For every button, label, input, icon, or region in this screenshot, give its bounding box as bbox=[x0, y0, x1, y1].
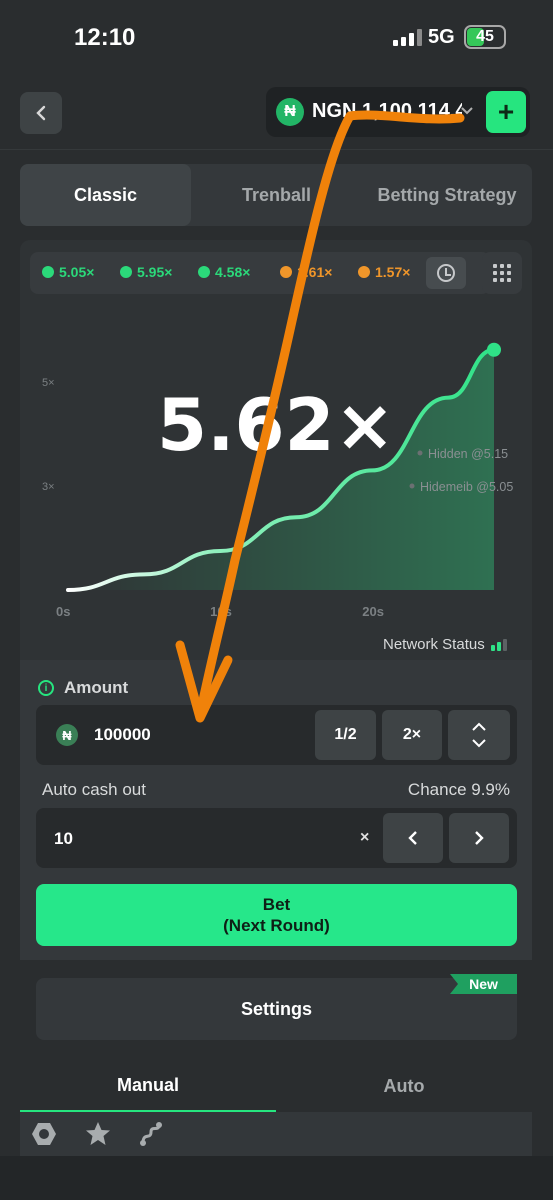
star-icon[interactable] bbox=[84, 1120, 112, 1148]
y-tick-label: 5× bbox=[42, 377, 55, 389]
history-item[interactable]: 4.58× bbox=[198, 264, 250, 280]
y-axis-ticks: 5× 3× bbox=[42, 377, 55, 493]
chevron-down-icon bbox=[460, 99, 474, 122]
bottom-footer bbox=[0, 1156, 553, 1200]
current-multiplier: 5.62× bbox=[157, 383, 395, 467]
currency-selector[interactable]: ₦ NGN 1,100,114.4 + bbox=[266, 87, 530, 137]
player-cashout-label: Hidden @5.15 bbox=[428, 447, 508, 461]
chevron-left-icon bbox=[408, 831, 417, 845]
chance-label: Chance 9.9% bbox=[407, 780, 510, 799]
deposit-button[interactable]: + bbox=[486, 91, 526, 133]
network-status: Network Status bbox=[383, 636, 507, 653]
history-value: 1.57× bbox=[375, 264, 411, 280]
history-item[interactable]: 1.57× bbox=[358, 264, 410, 280]
history-bar: 5.05× 5.95× 4.58× 1.61× 1.57× bbox=[30, 252, 490, 294]
half-button[interactable]: 1/2 bbox=[315, 710, 376, 760]
naira-icon: ₦ bbox=[56, 724, 78, 746]
history-item[interactable]: 5.95× bbox=[120, 264, 172, 280]
clock-icon bbox=[437, 264, 455, 282]
settings-button[interactable]: Settings bbox=[36, 978, 517, 1040]
status-dot bbox=[120, 266, 132, 278]
info-icon[interactable]: i bbox=[38, 680, 54, 696]
player-cashout-label: Hidemeib @5.05 bbox=[420, 480, 513, 494]
chevron-down-icon[interactable] bbox=[471, 738, 487, 748]
status-time: 12:10 bbox=[74, 24, 136, 51]
history-value: 1.61× bbox=[297, 264, 333, 280]
player-cashout: Hidden @5.15 bbox=[417, 447, 508, 461]
history-item[interactable]: 1.61× bbox=[280, 264, 332, 280]
network-bars-icon bbox=[490, 638, 507, 651]
network-type: 5G bbox=[428, 26, 455, 48]
cashout-decrease-button[interactable] bbox=[383, 813, 443, 863]
grid-menu-button[interactable] bbox=[482, 252, 522, 294]
chevron-right-icon bbox=[475, 831, 484, 845]
status-bar: 12:10 5G 45 bbox=[0, 0, 553, 70]
tab-betting-strategy[interactable]: Betting Strategy bbox=[362, 164, 532, 226]
battery-icon: 45 bbox=[464, 25, 506, 49]
amount-field[interactable]: ₦ 100000 1/2 2× bbox=[36, 705, 517, 765]
x-axis-ticks: 0s 10s 20s bbox=[56, 604, 384, 619]
auto-cashout-label: Auto cash out bbox=[42, 780, 146, 799]
bet-button[interactable]: Bet (Next Round) bbox=[36, 884, 517, 946]
cashout-suffix: × bbox=[360, 829, 370, 846]
hexagon-nut-icon[interactable] bbox=[30, 1120, 58, 1148]
chevron-up-icon[interactable] bbox=[471, 722, 487, 732]
tab-manual[interactable]: Manual bbox=[20, 1060, 276, 1112]
x-tick-label: 20s bbox=[362, 604, 384, 619]
back-button[interactable] bbox=[20, 92, 62, 134]
naira-icon: ₦ bbox=[276, 98, 304, 126]
amount-label: i Amount bbox=[38, 678, 128, 698]
bet-panel: i Amount ₦ 100000 1/2 2× Auto cash out C… bbox=[20, 660, 532, 960]
crash-chart-panel: 5.05× 5.95× 4.58× 1.61× 1.57× 5× 3× 0s 10s… bbox=[20, 240, 532, 660]
history-value: 5.95× bbox=[137, 264, 173, 280]
status-dot bbox=[42, 266, 54, 278]
cashout-value[interactable]: 10 bbox=[54, 829, 73, 849]
network-status-label: Network Status bbox=[383, 636, 485, 653]
tab-classic[interactable]: Classic bbox=[20, 164, 191, 226]
game-mode-tabs: Classic Trenball Betting Strategy bbox=[20, 164, 532, 226]
bet-button-sublabel: (Next Round) bbox=[223, 916, 330, 935]
bet-mode-tabs: Manual Auto bbox=[20, 1060, 532, 1112]
chevron-left-icon bbox=[36, 105, 46, 121]
status-dot bbox=[280, 266, 292, 278]
player-cashout: Hidemeib @5.05 bbox=[409, 480, 513, 494]
auto-cashout-field[interactable]: 10 × bbox=[36, 808, 517, 868]
x-tick-label: 0s bbox=[56, 604, 70, 619]
status-dot bbox=[198, 266, 210, 278]
top-bar: ₦ NGN 1,100,114.4 + bbox=[0, 70, 553, 150]
x-tick-label: 10s bbox=[210, 604, 232, 619]
history-clock-button[interactable] bbox=[426, 257, 466, 289]
new-badge: New bbox=[450, 974, 517, 994]
plus-icon: + bbox=[497, 96, 515, 127]
balance-display: NGN 1,100,114.4 bbox=[312, 100, 462, 122]
bottom-toolbar bbox=[20, 1112, 532, 1156]
y-tick-label: 3× bbox=[42, 481, 55, 493]
double-button[interactable]: 2× bbox=[382, 710, 442, 760]
history-item[interactable]: 5.05× bbox=[42, 264, 94, 280]
tab-trenball[interactable]: Trenball bbox=[191, 164, 362, 226]
bet-button-label: Bet bbox=[262, 895, 291, 914]
status-dot bbox=[358, 266, 370, 278]
amount-label-text: Amount bbox=[64, 678, 129, 697]
history-value: 5.05× bbox=[59, 264, 95, 280]
chart-end-point bbox=[487, 342, 501, 357]
amount-value[interactable]: 100000 bbox=[94, 725, 151, 745]
route-icon[interactable] bbox=[137, 1120, 165, 1148]
battery-level: 45 bbox=[476, 28, 494, 45]
cashout-increase-button[interactable] bbox=[449, 813, 509, 863]
amount-stepper[interactable] bbox=[448, 710, 510, 760]
history-value: 4.58× bbox=[215, 264, 251, 280]
crash-chart: 5× 3× 0s 10s 20s 5.62× Hidden @5.15 Hidemei… bbox=[42, 342, 513, 619]
signal-icon bbox=[393, 28, 422, 46]
tab-auto[interactable]: Auto bbox=[276, 1060, 532, 1112]
